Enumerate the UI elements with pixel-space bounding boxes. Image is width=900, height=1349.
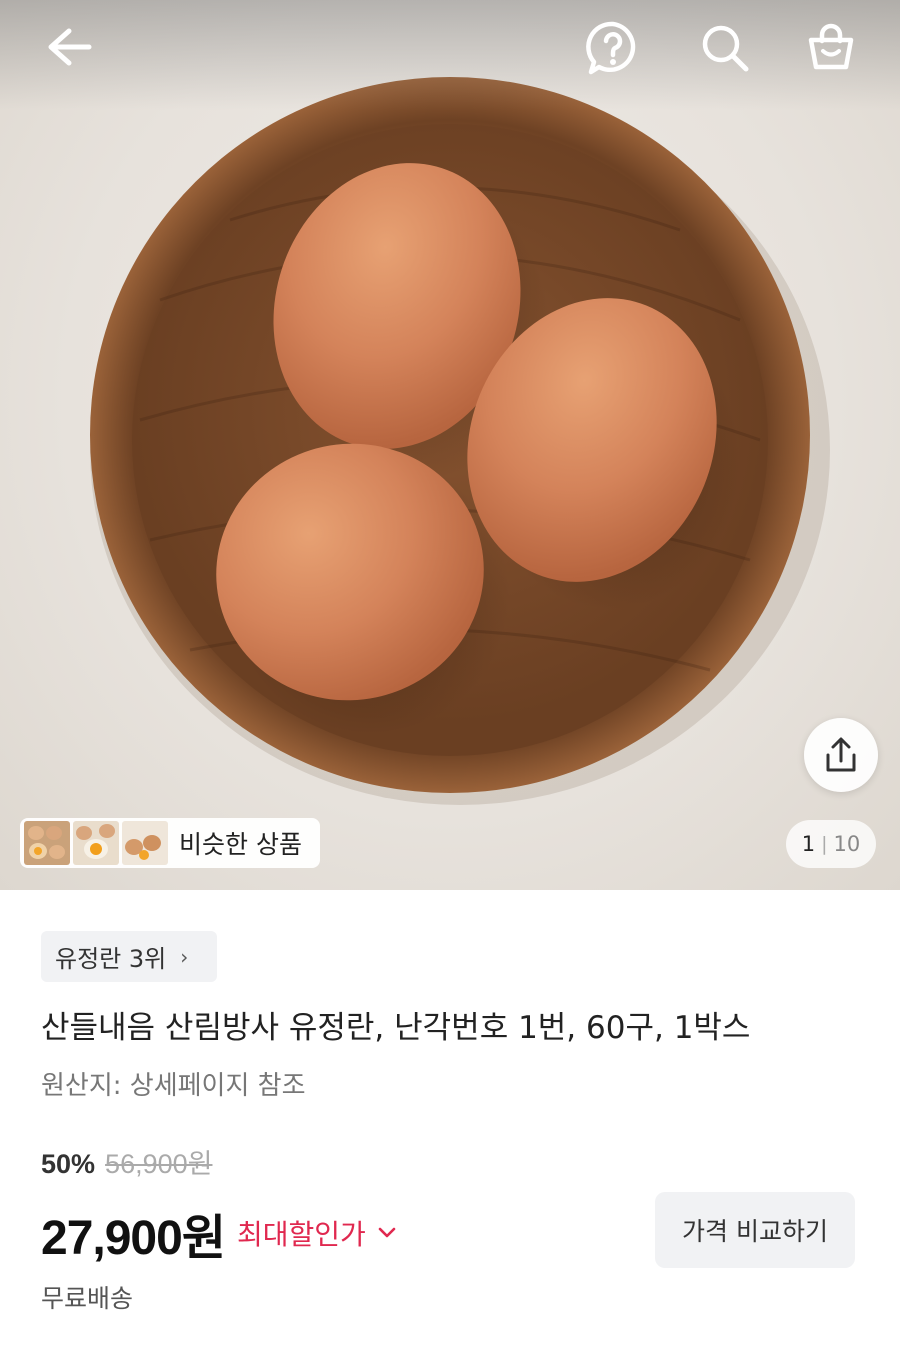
similar-product-thumbnail	[73, 821, 119, 865]
similar-product-thumbnail	[122, 821, 168, 865]
max-discount-label: 최대할인가	[236, 1218, 366, 1251]
chevron-right-icon: ›	[180, 944, 189, 969]
shopping-bag-icon	[808, 23, 854, 70]
image-page-counter: 1 | 10	[786, 820, 876, 868]
share-icon	[826, 737, 856, 772]
arrow-left-icon	[48, 28, 92, 66]
price-row: 27,900원 최대할인가	[41, 1198, 396, 1268]
page-separator: |	[821, 833, 828, 855]
price-compare-button[interactable]: 가격 비교하기	[655, 1192, 855, 1268]
discount-row: 50% 56,900원	[41, 1142, 212, 1181]
similar-product-thumbnail	[24, 821, 70, 865]
product-photo-eggs-on-wooden-plate	[90, 77, 830, 805]
question-bubble-icon	[586, 21, 636, 75]
help-button[interactable]	[584, 20, 642, 76]
chevron-down-icon	[378, 1227, 396, 1239]
cart-button[interactable]	[802, 20, 860, 76]
product-title: 산들내음 산림방사 유정란, 난각번호 1번, 60구, 1박스	[41, 1010, 751, 1046]
similar-products-button[interactable]: 비슷한 상품	[20, 818, 320, 868]
product-origin: 원산지: 상세페이지 참조	[41, 1071, 306, 1101]
current-page: 1	[801, 832, 816, 856]
original-price: 56,900원	[105, 1149, 213, 1179]
sale-price: 27,900원	[41, 1212, 226, 1265]
topbar-shade	[0, 0, 900, 110]
total-pages: 10	[833, 832, 861, 856]
search-icon	[702, 25, 749, 72]
back-button[interactable]	[38, 22, 98, 72]
max-discount-button[interactable]: 최대할인가	[237, 1213, 396, 1253]
discount-rate: 50%	[41, 1149, 96, 1179]
shipping-info: 무료배송	[41, 1284, 134, 1313]
search-button[interactable]	[696, 20, 754, 76]
rank-label: 유정란 3위	[55, 945, 167, 973]
similar-products-label: 비슷한 상품	[179, 830, 302, 859]
share-button[interactable]	[804, 718, 878, 792]
product-image-gallery[interactable]: 비슷한 상품 1 | 10	[0, 0, 900, 890]
category-rank-badge[interactable]: 유정란 3위 ›	[41, 931, 217, 982]
